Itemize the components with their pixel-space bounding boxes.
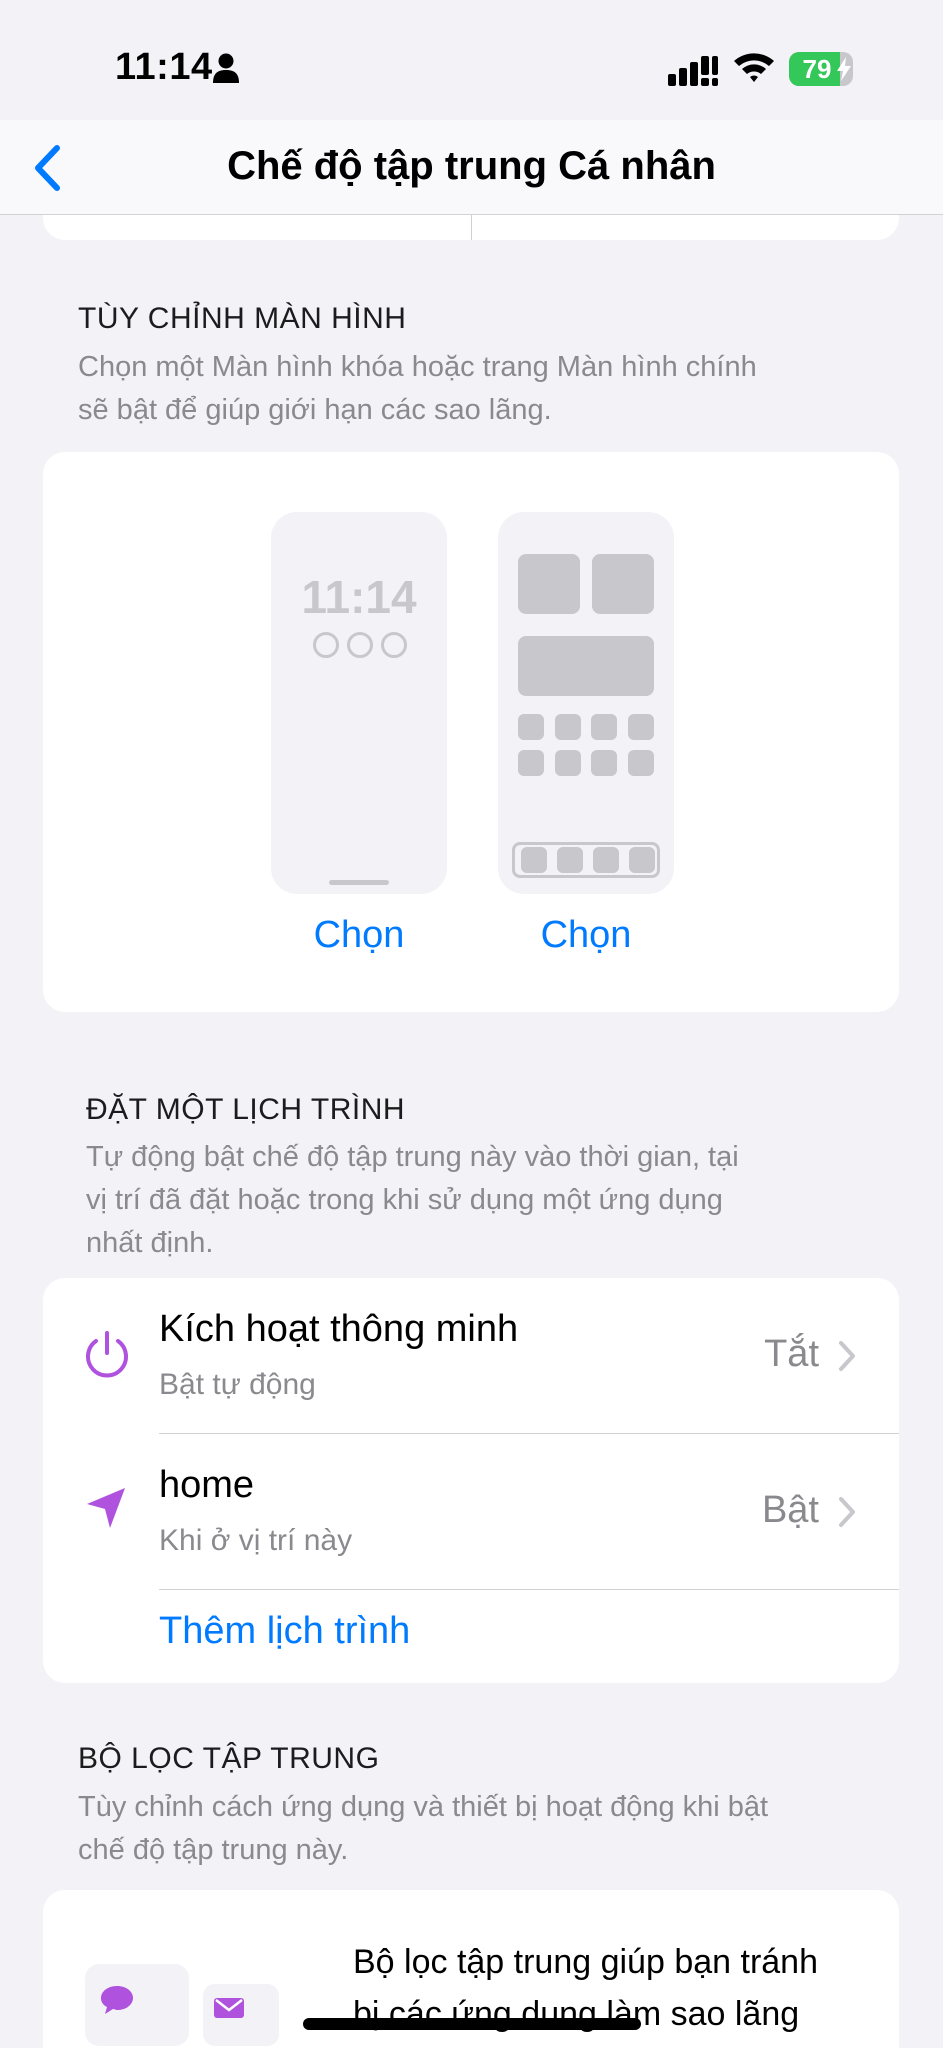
schedule-card: Kích hoạt thông minh Bật tự động Tắt hom… <box>43 1278 899 1683</box>
schedule-desc-1: Tự động bật chế độ tập trung này vào thờ… <box>86 1141 739 1173</box>
lock-screen-preview[interactable]: 11:14 <box>271 512 447 894</box>
widget-placeholder <box>518 636 654 696</box>
app-placeholder <box>591 750 617 776</box>
app-placeholder <box>591 714 617 740</box>
focus-filters-desc-2: chế độ tập trung này. <box>78 1834 349 1866</box>
card-divider <box>471 215 472 240</box>
charging-bolt-icon <box>837 57 851 81</box>
choose-home-screen-button[interactable]: Chọn <box>498 914 674 957</box>
app-placeholder <box>628 714 654 740</box>
focus-filters-desc-1: Tùy chỉnh cách ứng dụng và thiết bị hoạt… <box>78 1791 769 1823</box>
power-icon <box>86 1331 128 1378</box>
schedule-desc-3: nhất định. <box>86 1227 214 1259</box>
smart-activation-subtitle: Bật tự động <box>159 1368 316 1401</box>
focus-filters-info-line-1: Bộ lọc tập trung giúp bạn tránh <box>353 1943 818 1981</box>
status-time: 11:14 <box>115 46 213 88</box>
schedule-desc-2: vị trí đã đặt hoặc trong khi sử dụng một… <box>86 1184 723 1216</box>
row-divider <box>159 1589 899 1590</box>
location-arrow-icon <box>87 1488 125 1528</box>
app-placeholder <box>518 750 544 776</box>
person-icon <box>213 53 239 83</box>
widget-circle <box>381 632 407 658</box>
lock-screen-widgets <box>313 632 407 658</box>
mail-app-tile <box>203 1984 279 2046</box>
focus-filters-header: BỘ LỌC TẬP TRUNG <box>78 1742 380 1775</box>
battery-icon: 79 <box>789 52 853 86</box>
customize-screens-header: TÙY CHỈNH MÀN HÌNH <box>78 302 407 335</box>
widget-circle <box>313 632 339 658</box>
home-screen-preview[interactable] <box>498 512 674 894</box>
envelope-icon <box>214 1998 244 2018</box>
messages-app-tile <box>85 1964 189 2046</box>
schedule-header: ĐẶT MỘT LỊCH TRÌNH <box>86 1093 406 1126</box>
widget-placeholder <box>592 554 654 614</box>
focus-settings-screen: 11:14 79 Chế độ tập trung Cá nhân TÙY CH… <box>0 0 943 2048</box>
chevron-right-icon <box>839 1341 855 1371</box>
smart-activation-title: Kích hoạt thông minh <box>159 1308 519 1350</box>
page-title: Chế độ tập trung Cá nhân <box>227 144 716 188</box>
speech-bubble-icon <box>101 1986 133 2014</box>
widget-placeholder <box>518 554 580 614</box>
choose-lock-screen-button[interactable]: Chọn <box>271 914 447 957</box>
wifi-icon <box>734 53 774 82</box>
dock-app-placeholder <box>629 847 655 873</box>
home-location-title: home <box>159 1464 255 1506</box>
add-schedule-button[interactable]: Thêm lịch trình <box>159 1610 410 1653</box>
app-placeholder <box>518 714 544 740</box>
dock-app-placeholder <box>593 847 619 873</box>
home-location-value: Bật <box>761 1489 819 1531</box>
chevron-right-icon <box>839 1497 855 1527</box>
customize-screens-desc-1: Chọn một Màn hình khóa hoặc trang Màn hì… <box>78 351 757 383</box>
widget-circle <box>347 632 373 658</box>
home-location-row[interactable]: home Khi ở vị trí này Bật <box>43 1434 899 1590</box>
customize-screens-desc-2: sẽ bật để giúp giới hạn các sao lãng. <box>78 394 552 426</box>
dock-app-placeholder <box>521 847 547 873</box>
smart-activation-value: Tắt <box>764 1333 819 1375</box>
cellular-signal-icon <box>668 56 718 86</box>
app-placeholder <box>628 750 654 776</box>
customize-screens-card: 11:14 Chọn Chọn <box>43 452 899 1012</box>
app-placeholder <box>555 750 581 776</box>
home-bar <box>329 880 389 885</box>
navigation-bar: Chế độ tập trung Cá nhân <box>0 120 943 215</box>
home-location-subtitle: Khi ở vị trí này <box>159 1524 353 1557</box>
dock-placeholder <box>512 842 660 878</box>
home-indicator[interactable] <box>303 2018 641 2030</box>
focus-filters-info-line-2: bị các ứng dụng làm sao lãng <box>353 1995 800 2033</box>
status-bar: 11:14 79 <box>0 0 943 140</box>
app-placeholder <box>555 714 581 740</box>
smart-activation-row[interactable]: Kích hoạt thông minh Bật tự động Tắt <box>43 1278 899 1434</box>
lock-screen-time: 11:14 <box>301 571 417 623</box>
dock-app-placeholder <box>557 847 583 873</box>
